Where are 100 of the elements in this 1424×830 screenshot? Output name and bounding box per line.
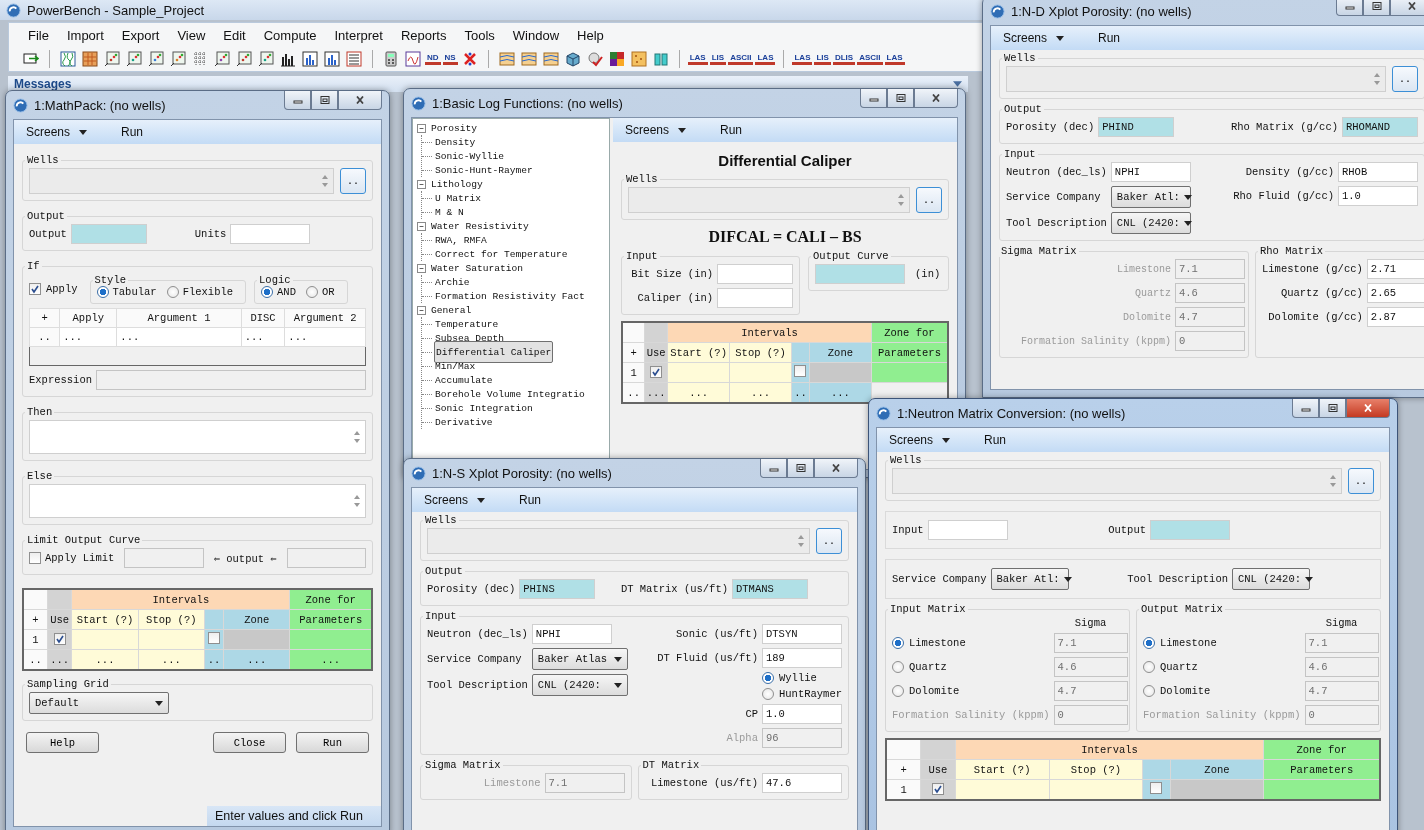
push-button[interactable]: Close [213, 732, 286, 753]
text-field[interactable]: PHIND [1098, 117, 1175, 137]
browse-button[interactable]: .. [916, 187, 942, 213]
menu-item[interactable]: Run [121, 125, 144, 139]
window-title: 1:N-S Xplot Porosity: (no wells) [432, 465, 612, 481]
push-button[interactable]: Help [26, 732, 99, 753]
tree-item[interactable]: Sonic-Wyllie [434, 150, 506, 162]
unit-label: (in) [915, 268, 941, 280]
text-field[interactable]: 4.6 [1304, 657, 1379, 677]
dropdown[interactable]: Default [29, 692, 169, 714]
text-field[interactable]: PHINS [519, 579, 596, 599]
menu-item[interactable]: Help [568, 27, 613, 43]
tree-item[interactable]: Archie [434, 276, 471, 288]
text-field[interactable]: 2.65 [1366, 283, 1424, 303]
tree-item[interactable]: Correct for Temperature [434, 248, 569, 260]
formula-text: DIFCAL = CALI – BS [707, 228, 863, 246]
menu-item[interactable]: Run [519, 493, 542, 507]
menu-item[interactable]: Screens [424, 493, 486, 507]
tree-item[interactable]: Sonic Integration [434, 402, 534, 414]
push-button[interactable]: Run [296, 732, 369, 753]
browse-button[interactable]: .. [1392, 66, 1418, 92]
format-button[interactable]: ASCII [857, 53, 883, 65]
group-title: Wells [424, 514, 458, 526]
dropdown[interactable]: Baker Atl: [1110, 186, 1191, 208]
tree-item[interactable]: M & N [434, 206, 465, 218]
tree-item[interactable]: Density [434, 136, 477, 148]
tree-item[interactable]: U Matrix [434, 192, 483, 204]
browse-button[interactable]: .. [816, 528, 842, 554]
dropdown[interactable]: Baker Atl: [990, 568, 1069, 590]
browse-button[interactable]: .. [1348, 468, 1374, 494]
menu-item[interactable]: Screens [26, 125, 88, 139]
format-button[interactable]: ND [425, 53, 441, 65]
format-button[interactable]: LAS [792, 53, 813, 65]
field-label: Dolomite [1122, 311, 1171, 323]
menu-item[interactable]: Interpret [325, 27, 392, 43]
text-field[interactable]: 1.0 [762, 704, 842, 724]
menu-item[interactable]: Screens [889, 433, 951, 447]
text-field[interactable]: 2.87 [1366, 307, 1424, 327]
tree-item[interactable]: Derivative [434, 416, 494, 428]
menu-item[interactable]: Compute [254, 27, 326, 43]
text-field[interactable]: DTMANS [732, 579, 808, 599]
menu-item[interactable]: Window [503, 27, 569, 43]
tree-item[interactable]: Porosity [430, 122, 479, 134]
menu-item[interactable]: File [19, 27, 58, 43]
group-title: Logic [258, 274, 292, 286]
menu-item[interactable]: Tools [455, 27, 504, 43]
row-header: 1 [886, 779, 921, 800]
menu-item[interactable]: Screens [1003, 31, 1065, 45]
menu-item[interactable]: Reports [391, 27, 456, 43]
tree-item[interactable]: Min/Max [434, 360, 477, 372]
text-field[interactable]: RHOMAND [1342, 117, 1418, 137]
dropdown[interactable]: Baker Atlas [531, 648, 628, 670]
format-button[interactable]: LAS [884, 53, 905, 65]
text-field[interactable]: 7.1 [1053, 633, 1128, 653]
tree-item[interactable]: Accumulate [434, 374, 494, 386]
text-field[interactable]: 189 [762, 648, 842, 668]
menu-item[interactable]: Import [57, 27, 113, 43]
text-field[interactable]: 47.6 [762, 773, 842, 793]
dropdown[interactable]: CNL (2420: [1110, 212, 1191, 234]
format-button[interactable]: LAS [755, 53, 776, 65]
text-field[interactable]: 4.7 [1053, 681, 1128, 701]
menu-item[interactable]: Export [112, 27, 169, 43]
menu-item[interactable]: Run [1098, 31, 1121, 45]
group-title: Input Matrix [889, 603, 967, 615]
format-button[interactable]: ASCII [728, 53, 754, 65]
column-header: Sigma [1073, 617, 1108, 629]
tree-item[interactable]: Differential Caliper [434, 341, 554, 363]
menu-item[interactable]: Run [720, 123, 743, 137]
menu-item[interactable]: Run [984, 433, 1007, 447]
text-field[interactable]: 2.71 [1366, 259, 1424, 279]
tree-item[interactable]: Water Saturation [430, 262, 525, 274]
dropdown[interactable]: CNL (2420: [531, 674, 628, 696]
tree-item[interactable]: Subsea Depth [434, 332, 506, 344]
checkbox-label: Apply [46, 283, 78, 295]
text-field[interactable]: 1.0 [1338, 186, 1418, 206]
format-button[interactable]: LAS [687, 53, 708, 65]
menu-item[interactable]: Screens [625, 123, 687, 137]
menu-item[interactable]: Edit [214, 27, 255, 43]
format-button[interactable]: LIS [814, 53, 831, 65]
tree-item[interactable]: Lithology [430, 178, 484, 190]
text-field[interactable]: 4.6 [1053, 657, 1128, 677]
tree-item[interactable]: Water Resistivity [430, 220, 530, 232]
browse-button[interactable]: .. [340, 168, 366, 194]
format-button[interactable]: LIS [709, 53, 727, 65]
tree-item[interactable]: RWA, RMFA [434, 234, 488, 246]
tree-item[interactable]: Sonic-Hunt-Raymer [434, 164, 534, 176]
tree-item[interactable]: Temperature [434, 318, 500, 330]
format-button[interactable]: DLIS [832, 53, 856, 65]
dropdown[interactable]: CNL (2420: [1232, 568, 1310, 590]
text-field[interactable]: 7.1 [1304, 633, 1379, 653]
tree-item[interactable]: Borehole Volume Integratio [434, 388, 586, 400]
text-field[interactable]: 4.7 [1304, 681, 1379, 701]
format-button[interactable]: NS [442, 53, 458, 65]
tree-item[interactable]: Formation Resistivity Fact [434, 290, 586, 302]
text-field[interactable]: NPHI [531, 624, 612, 644]
text-field[interactable]: NPHI [1110, 162, 1191, 182]
tree-item[interactable]: General [430, 304, 473, 316]
text-field[interactable]: DTSYN [762, 624, 842, 644]
menu-item[interactable]: View [168, 27, 215, 43]
text-field[interactable]: RHOB [1338, 162, 1418, 182]
